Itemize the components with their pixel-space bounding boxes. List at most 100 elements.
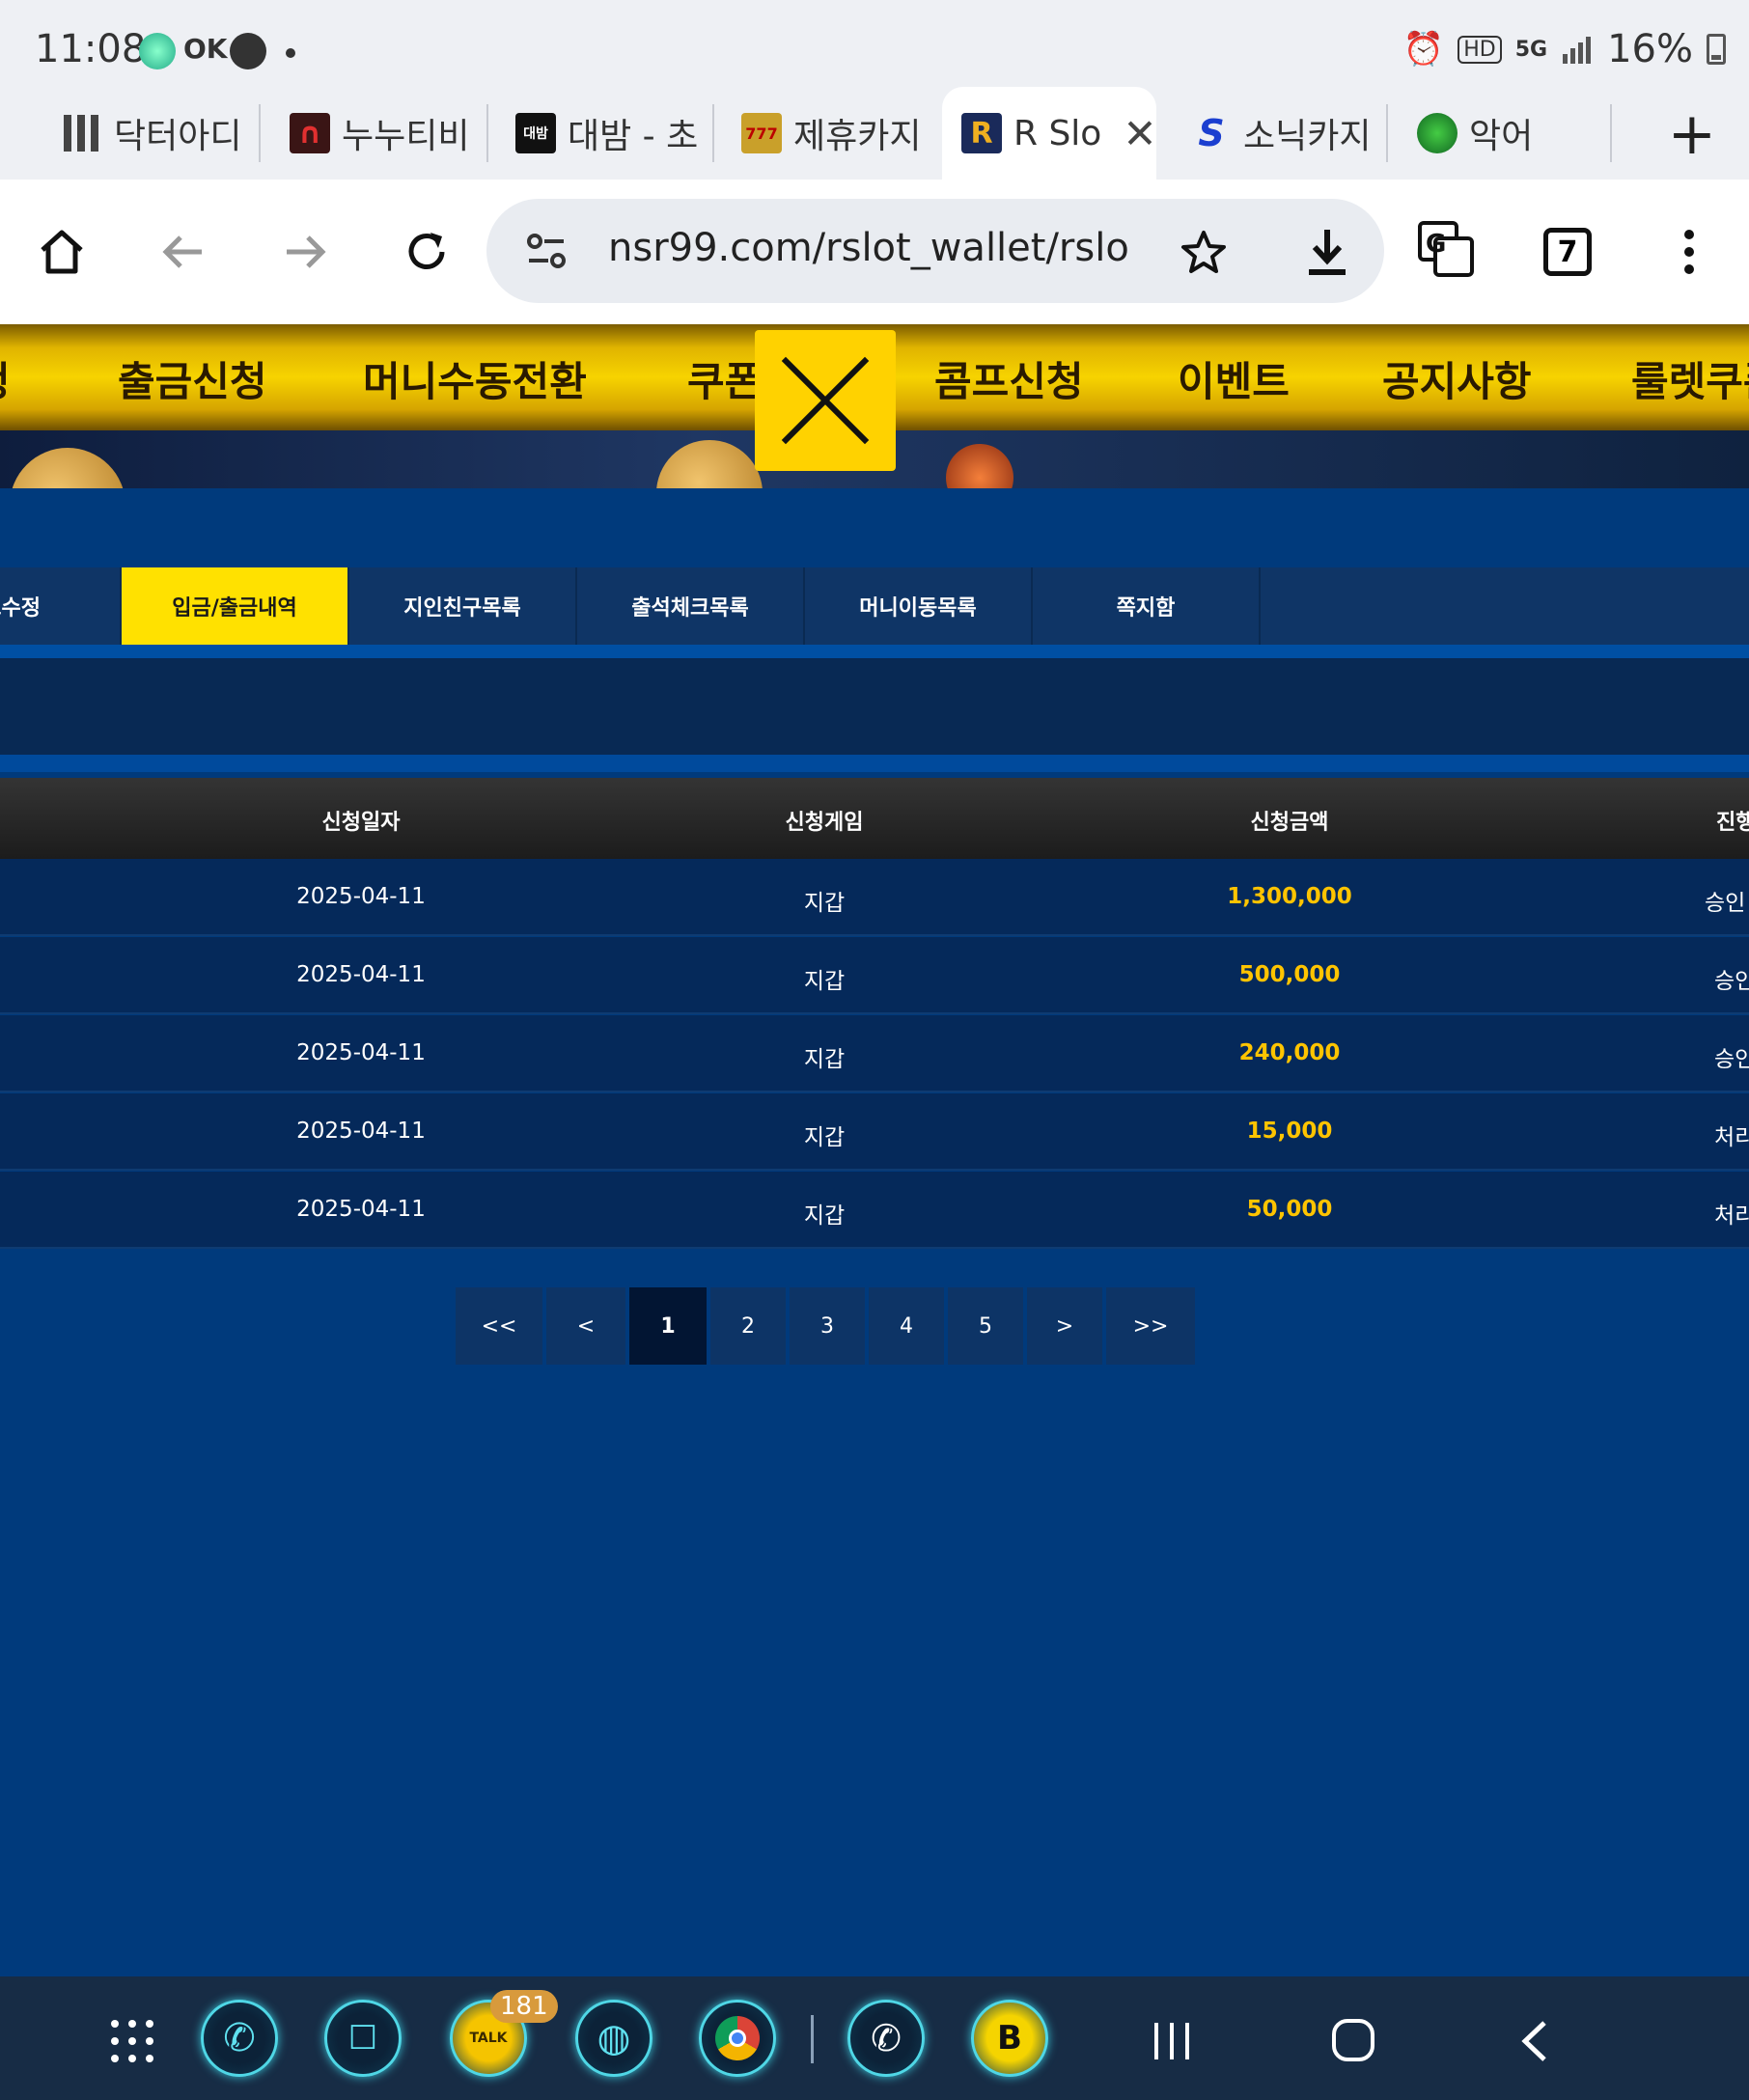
row-date: 2025-04-11 [296, 1197, 426, 1222]
close-overlay-button[interactable] [755, 330, 896, 471]
col-amount: 신청금액 [1250, 811, 1329, 835]
subtab-attendance[interactable]: 출석체크목록 [577, 567, 805, 645]
viber-icon: ✆ [871, 2017, 902, 2059]
main-nav-item-notice[interactable]: 공지사항 [1382, 349, 1532, 408]
tab-6[interactable]: 악어 [1398, 87, 1610, 180]
status-right: ⏰ HD 5G 16% [1403, 27, 1726, 71]
chrome-icon [715, 2016, 760, 2060]
divider [0, 645, 1749, 658]
messages-app-icon[interactable]: ☐ [324, 2000, 402, 2077]
row-status: 처리 [1714, 1125, 1749, 1150]
site-settings-icon[interactable] [525, 230, 568, 272]
back-button[interactable] [154, 223, 212, 281]
page-1-button[interactable]: 1 [629, 1287, 707, 1365]
tab-separator [486, 104, 488, 162]
row-game: 지갑 [803, 1047, 846, 1072]
kakaotalk-label: TALK [469, 2031, 508, 2046]
menu-button[interactable] [1660, 223, 1718, 281]
table-row: 2025-04-11 지갑 500,000 승인 [0, 937, 1749, 1014]
bookmark-star-icon[interactable] [1180, 228, 1228, 276]
content-band [0, 658, 1749, 755]
tab-close-icon[interactable]: ✕ [1123, 110, 1156, 157]
arrow-right-icon [287, 235, 326, 268]
tab-separator [712, 104, 714, 162]
tab-1[interactable]: ∩ 누누티비 [270, 87, 483, 180]
tab-title: R Slo [1013, 113, 1102, 153]
globe-icon: ◍ [597, 2016, 631, 2060]
table-row: 2025-04-11 지갑 240,000 승인 [0, 1015, 1749, 1092]
row-game: 지갑 [803, 1125, 846, 1150]
new-tab-button[interactable]: + [1668, 100, 1716, 168]
main-nav-item-withdraw[interactable]: 출금신청 [118, 349, 267, 408]
row-amount: 15,000 [1246, 1119, 1333, 1144]
main-nav-item-0[interactable]: 청 [0, 349, 11, 408]
more-vertical-icon [1684, 230, 1694, 274]
download-icon[interactable] [1303, 226, 1351, 278]
browser-app-icon[interactable]: ◍ [575, 2000, 652, 2077]
col-game: 신청게임 [785, 811, 864, 835]
subtab-messages[interactable]: 쪽지함 [1033, 567, 1261, 645]
subtab-deposit-withdraw[interactable]: 입금/출금내역 [122, 567, 349, 645]
page-first-button[interactable]: << [456, 1287, 542, 1365]
viber-app-icon[interactable]: ✆ [847, 2000, 925, 2077]
horseshoe-favicon-icon: ∩ [290, 113, 330, 153]
tab-separator [259, 104, 261, 162]
page-2-button[interactable]: 2 [710, 1287, 786, 1365]
reload-button[interactable] [398, 223, 456, 281]
main-nav-item-coupon[interactable]: 쿠폰 [687, 349, 762, 408]
phone-app-icon[interactable]: ✆ [201, 2000, 278, 2077]
tab-title: 누누티비 [342, 117, 470, 156]
page-prev-button[interactable]: < [546, 1287, 625, 1365]
main-nav-item-comp[interactable]: 콤프신청 [934, 349, 1084, 408]
row-status: 승인 [1714, 969, 1749, 994]
translate-button[interactable]: G [1415, 218, 1477, 280]
row-amount: 1,300,000 [1227, 884, 1352, 909]
page-5-button[interactable]: 5 [948, 1287, 1023, 1365]
address-bar[interactable]: nsr99.com/rslot_wallet/rslot_ [486, 199, 1384, 303]
notification-badge: 181 [490, 1990, 558, 2023]
recents-icon[interactable] [1151, 2019, 1195, 2063]
arrow-left-icon [162, 235, 202, 268]
home-nav-icon[interactable] [1330, 2017, 1376, 2063]
row-status: 승인 [1714, 1047, 1749, 1072]
table-header: 신청일자 신청게임 신청금액 진행 [0, 778, 1749, 859]
tab-3[interactable]: 777 제휴카지 [722, 87, 934, 180]
page-4-button[interactable]: 4 [869, 1287, 944, 1365]
tab-title: 악어 [1469, 117, 1534, 156]
phone-icon: ✆ [223, 2016, 256, 2060]
main-nav-item-event[interactable]: 이벤트 [1178, 349, 1290, 408]
main-nav-item-money-transfer[interactable]: 머니수동전환 [363, 349, 587, 408]
forward-button[interactable] [276, 223, 334, 281]
tab-0[interactable]: 닥터아디 [42, 87, 255, 180]
tab-switcher-button[interactable]: 7 [1539, 223, 1596, 281]
tab-title: 대밤 - 초 [568, 117, 699, 156]
tab-separator [1386, 104, 1388, 162]
home-button[interactable] [33, 223, 91, 281]
col-date: 신청일자 [321, 811, 401, 835]
page-next-button[interactable]: > [1027, 1287, 1102, 1365]
app-drawer-icon[interactable] [108, 2017, 156, 2065]
page-last-button[interactable]: >> [1106, 1287, 1195, 1365]
tab-title: 제휴카지 [793, 117, 922, 156]
rslot-favicon: R [961, 113, 1002, 153]
subtab-friends[interactable]: 지인친구목록 [349, 567, 577, 645]
tab-title: 소닉카지 [1243, 117, 1372, 156]
url-text[interactable]: nsr99.com/rslot_wallet/rslot_ [608, 226, 1129, 270]
page-3-button[interactable]: 3 [790, 1287, 865, 1365]
tab-4-active[interactable]: R R Slo ✕ [942, 87, 1156, 180]
sonic-favicon: S [1198, 112, 1225, 154]
subtab-edit-info[interactable]: 정보수정 [0, 567, 122, 645]
back-nav-icon[interactable] [1515, 2019, 1554, 2063]
battery-icon [1707, 34, 1726, 65]
tab-5[interactable]: S 소닉카지 [1172, 87, 1384, 180]
row-game: 지갑 [803, 891, 846, 916]
chrome-app-icon[interactable] [699, 2000, 776, 2077]
pagination: << < 1 2 3 4 5 > >> [456, 1287, 1195, 1365]
col-status: 진행 [1716, 811, 1749, 835]
tab-2[interactable]: 대밤 대밤 - 초 [496, 87, 708, 180]
b-app-icon[interactable]: B [971, 2000, 1048, 2077]
message-icon: ☐ [347, 2019, 378, 2058]
main-nav-item-roulette[interactable]: 룰렛쿠폰 [1631, 349, 1749, 408]
subtab-money-move[interactable]: 머니이동목록 [805, 567, 1033, 645]
hd-icon: HD [1458, 35, 1502, 64]
